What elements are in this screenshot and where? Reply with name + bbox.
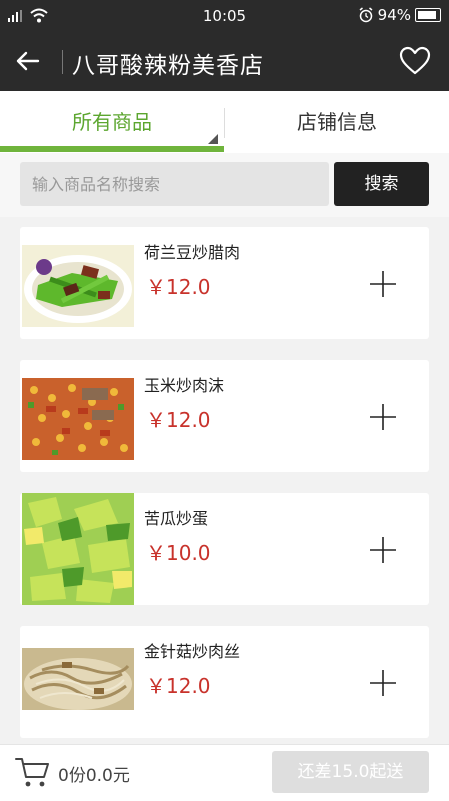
add-to-cart-plus-icon[interactable] [368, 535, 398, 565]
product-list[interactable]: 荷兰豆炒腊肉 ￥12.0 玉米炒肉沫 ￥12.0 苦瓜炒蛋 ￥10.0 金针菇炒… [0, 217, 449, 744]
product-image [22, 378, 134, 460]
page-title: 八哥酸辣粉美香店 [72, 53, 264, 79]
tab-all-products[interactable]: 所有商品 [0, 91, 224, 153]
shopping-cart-icon[interactable] [14, 755, 50, 789]
product-image [22, 493, 134, 605]
product-image [22, 648, 134, 710]
tab-store-info[interactable]: 店铺信息 [225, 91, 449, 153]
title-divider [62, 50, 63, 74]
product-name: 苦瓜炒蛋 [144, 509, 209, 528]
favorite-heart-icon[interactable] [399, 46, 431, 76]
title-bar: 八哥酸辣粉美香店 [0, 32, 449, 91]
product-card[interactable]: 苦瓜炒蛋 ￥10.0 [20, 493, 429, 605]
battery-icon [415, 8, 441, 22]
product-name: 金针菇炒肉丝 [144, 642, 241, 661]
product-price: ￥10.0 [146, 541, 211, 565]
battery-percent: 94% [377, 6, 411, 24]
product-price: ￥12.0 [146, 408, 211, 432]
checkout-button[interactable]: 还差15.0起送 [272, 751, 429, 793]
product-price: ￥12.0 [146, 674, 211, 698]
search-button[interactable]: 搜索 [334, 162, 429, 206]
cart-summary: 0份0.0元 [58, 766, 130, 786]
alarm-icon [359, 7, 373, 23]
add-to-cart-plus-icon[interactable] [368, 269, 398, 299]
product-card[interactable]: 金针菇炒肉丝 ￥12.0 [20, 626, 429, 738]
product-card[interactable]: 荷兰豆炒腊肉 ￥12.0 [20, 227, 429, 339]
product-price: ￥12.0 [146, 275, 211, 299]
back-arrow-icon[interactable] [14, 47, 42, 75]
cart-bar: 0份0.0元 还差15.0起送 [0, 744, 449, 801]
status-bar: 10:05 94% [0, 0, 449, 32]
product-name: 玉米炒肉沫 [144, 376, 225, 395]
tab-separator [224, 108, 225, 138]
add-to-cart-plus-icon[interactable] [368, 402, 398, 432]
add-to-cart-plus-icon[interactable] [368, 668, 398, 698]
search-bar: 搜索 [0, 153, 449, 217]
product-image [22, 245, 134, 327]
product-card[interactable]: 玉米炒肉沫 ￥12.0 [20, 360, 429, 472]
tab-dropdown-indicator-icon [208, 134, 218, 144]
product-name: 荷兰豆炒腊肉 [144, 243, 241, 262]
search-input[interactable] [20, 162, 329, 206]
active-tab-underline [0, 146, 224, 152]
